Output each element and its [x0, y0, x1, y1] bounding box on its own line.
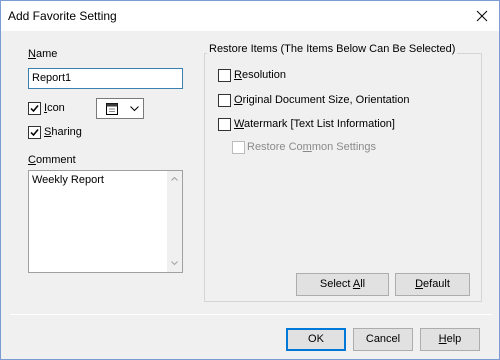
watermark-checkbox[interactable]: [218, 118, 231, 131]
cancel-button[interactable]: Cancel: [353, 328, 413, 351]
icon-dropdown[interactable]: [96, 98, 144, 119]
scroll-up-icon[interactable]: [171, 177, 178, 181]
comment-textarea[interactable]: Weekly Report: [28, 170, 183, 273]
chevron-down-icon: [130, 106, 139, 112]
add-favorite-setting-dialog: Add Favorite Setting Name Report1 Icon S…: [0, 0, 500, 360]
checkmark-icon: [30, 105, 39, 113]
resolution-checkbox[interactable]: [218, 69, 231, 82]
restore-common-settings-checkbox: [232, 141, 245, 154]
close-button[interactable]: [471, 5, 493, 27]
sharing-checkbox[interactable]: [28, 126, 41, 139]
icon-checkbox-label: Icon: [44, 102, 65, 114]
dialog-title: Add Favorite Setting: [8, 9, 117, 23]
comment-scrollbar[interactable]: [167, 171, 182, 272]
icon-checkbox[interactable]: [28, 102, 41, 115]
comment-text: Weekly Report: [32, 174, 104, 186]
comment-label: Comment: [28, 154, 76, 166]
title-bar: Add Favorite Setting: [1, 1, 499, 31]
ok-button[interactable]: OK: [286, 328, 346, 351]
name-label: Name: [28, 48, 58, 60]
original-size-orientation-checkbox-label: Original Document Size, Orientation: [234, 94, 410, 106]
select-all-button[interactable]: Select All: [296, 273, 389, 296]
restore-items-group-title: Restore Items (The Items Below Can Be Se…: [207, 43, 458, 55]
watermark-checkbox-label: Watermark [Text List Information]: [234, 118, 395, 130]
original-size-orientation-checkbox[interactable]: [218, 94, 231, 107]
memo-icon: [106, 103, 118, 115]
checkmark-icon: [30, 129, 39, 137]
restore-items-group: [204, 53, 482, 302]
close-icon: [476, 10, 488, 22]
footer-separator: [10, 314, 492, 315]
scroll-down-icon[interactable]: [171, 261, 178, 265]
resolution-checkbox-label: Resolution: [234, 69, 286, 81]
help-button[interactable]: Help: [420, 328, 480, 351]
sharing-checkbox-label: Sharing: [44, 126, 82, 138]
name-input[interactable]: Report1: [28, 68, 183, 89]
restore-common-settings-label: Restore Common Settings: [247, 141, 377, 153]
default-button[interactable]: Default: [395, 273, 470, 296]
